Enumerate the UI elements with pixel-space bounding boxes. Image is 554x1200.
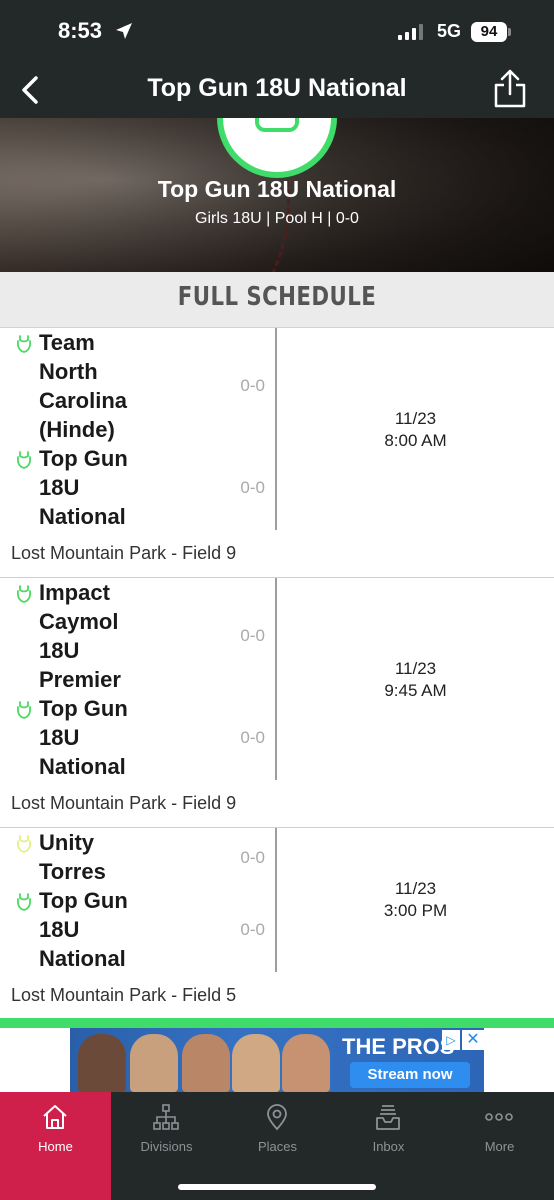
game-card[interactable]: Unity Torres 0-0 Top Gun 18U National 0-… — [0, 828, 554, 1018]
network-type: 5G — [437, 21, 462, 41]
ad-person-image — [78, 1034, 126, 1092]
game-datetime: 11/23 3:00 PM — [277, 878, 554, 922]
navigation-bar: Top Gun 18U National — [0, 62, 554, 118]
ad-person-image — [282, 1034, 330, 1092]
game-time: 3:00 PM — [383, 901, 448, 920]
ad-brand: THE PROS — [342, 1034, 455, 1059]
team-row: Top Gun 18U National 0-0 — [0, 694, 275, 782]
team-score: 0-0 — [240, 478, 265, 497]
team-jersey-icon — [16, 335, 32, 353]
home-indicator — [178, 1184, 376, 1190]
tab-more[interactable]: More — [444, 1092, 554, 1200]
divisions-icon — [153, 1104, 179, 1130]
game-datetime: 11/23 9:45 AM — [277, 658, 554, 702]
team-jersey-icon — [16, 585, 32, 603]
team-score: 0-0 — [240, 920, 265, 939]
tab-label: Divisions — [140, 1139, 193, 1154]
game-time: 9:45 AM — [384, 681, 447, 700]
location-arrow-icon — [116, 23, 132, 39]
game-time: 8:00 AM — [384, 431, 447, 450]
ad-banner[interactable]: THE PROS Stream now — [70, 1028, 484, 1092]
schedule-section-header: FULL SCHEDULE — [0, 272, 554, 328]
accent-strip — [0, 1018, 554, 1028]
team-row: Team North Carolina (Hinde) 0-0 — [0, 328, 275, 444]
game-date: 11/23 — [394, 879, 437, 898]
ad-stream-button[interactable]: Stream now — [350, 1062, 470, 1088]
team-header: Top Gun 18U National Girls 18U | Pool H … — [0, 118, 554, 272]
team-name: Top Gun 18U National — [39, 446, 128, 529]
team-row: Impact Caymol 18U Premier 0-0 — [0, 578, 275, 694]
battery-level: 94 — [471, 22, 507, 42]
cellular-signal-icon — [398, 24, 423, 40]
ad-close-icon[interactable]: ✕ — [462, 1030, 484, 1050]
team-jersey-icon — [16, 701, 32, 719]
team-jersey-icon — [16, 893, 32, 911]
team-score: 0-0 — [240, 848, 265, 867]
team-division-info: Girls 18U | Pool H | 0-0 — [195, 210, 359, 227]
status-bar: 8:53 5G 94 — [0, 0, 554, 62]
share-icon — [494, 69, 526, 108]
ad-person-image — [232, 1034, 280, 1092]
status-time: 8:53 — [58, 18, 103, 43]
team-row: Top Gun 18U National 0-0 — [0, 444, 275, 532]
tab-label: Inbox — [372, 1139, 405, 1154]
team-name: Top Gun 18U National — [39, 888, 128, 971]
game-venue: Lost Mountain Park - Field 5 — [11, 985, 237, 1005]
game-datetime: 11/23 8:00 AM — [277, 408, 554, 452]
game-card[interactable]: Impact Caymol 18U Premier 0-0 Top Gun 18… — [0, 578, 554, 828]
game-venue: Lost Mountain Park - Field 9 — [11, 793, 237, 813]
team-name: Top Gun 18U National — [39, 696, 128, 779]
inbox-icon — [376, 1105, 400, 1130]
team-score: 0-0 — [240, 376, 265, 395]
team-name: Team North Carolina (Hinde) — [39, 330, 128, 442]
team-jersey-icon — [16, 451, 32, 469]
team-row: Unity Torres 0-0 — [0, 828, 275, 886]
game-date: 11/23 — [394, 409, 437, 428]
home-icon — [43, 1105, 67, 1129]
team-logo-shape — [255, 118, 299, 132]
team-score: 0-0 — [240, 728, 265, 747]
game-date: 11/23 — [394, 659, 437, 678]
tab-label: Home — [38, 1139, 73, 1154]
ad-choices-icon[interactable]: ▷ — [442, 1030, 460, 1050]
tab-label: More — [484, 1139, 515, 1154]
game-card[interactable]: Team North Carolina (Hinde) 0-0 Top Gun … — [0, 328, 554, 578]
team-name: Impact Caymol 18U Premier — [39, 580, 121, 692]
team-name: Top Gun 18U National — [157, 176, 397, 202]
ad-person-image — [182, 1034, 230, 1092]
section-title: FULL SCHEDULE — [177, 282, 377, 312]
battery-tip — [508, 28, 511, 36]
share-button[interactable] — [490, 66, 530, 110]
page-title: Top Gun 18U National — [147, 74, 407, 102]
game-venue: Lost Mountain Park - Field 9 — [11, 543, 237, 563]
tab-home[interactable]: Home — [0, 1092, 111, 1200]
ad-person-image — [130, 1034, 178, 1092]
team-name: Unity Torres — [39, 830, 106, 884]
places-icon — [267, 1104, 287, 1131]
more-icon — [485, 1113, 513, 1121]
team-score: 0-0 — [240, 626, 265, 645]
team-row: Top Gun 18U National 0-0 — [0, 886, 275, 974]
team-jersey-icon — [16, 835, 32, 853]
tab-label: Places — [257, 1139, 298, 1154]
